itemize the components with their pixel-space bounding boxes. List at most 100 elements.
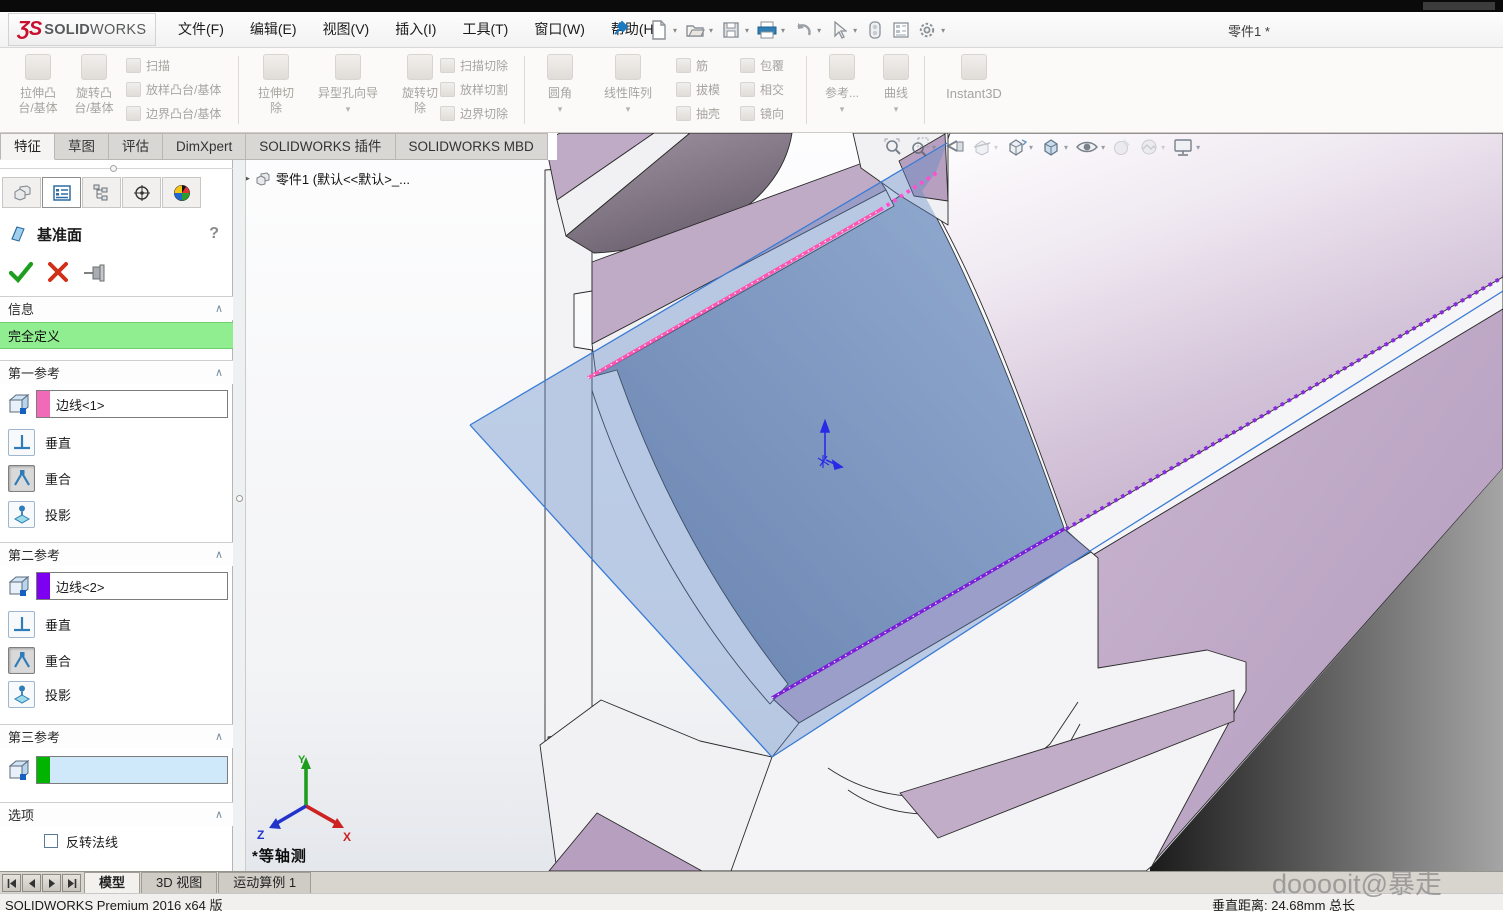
options-gear-icon[interactable] — [916, 19, 938, 41]
coincident-button[interactable] — [8, 647, 35, 674]
third-reference-selection-box[interactable] — [36, 756, 228, 784]
apply-scene-icon[interactable]: ▾ — [1139, 137, 1165, 157]
previous-view-icon[interactable] — [943, 137, 965, 157]
dimxpert-manager-tab[interactable] — [122, 177, 161, 208]
feature-tree-root[interactable]: ▶ 零件1 (默认<<默认>_... — [243, 169, 410, 188]
revolved-boss-icon — [81, 54, 107, 80]
help-icon[interactable]: ? — [209, 225, 219, 243]
menu-view[interactable]: 视图(V) — [323, 19, 370, 39]
project-button[interactable] — [8, 681, 35, 708]
ribbon-lofted-boss-button[interactable]: 放样凸台/基体 — [126, 78, 221, 100]
ribbon-lofted-cut-button[interactable]: 放样切割 — [440, 78, 508, 100]
view-orientation-icon[interactable]: ▾ — [1005, 137, 1033, 157]
undo-icon[interactable] — [792, 19, 814, 41]
hide-show-items-icon[interactable]: ▾ — [1075, 137, 1105, 157]
feature-manager-tab[interactable] — [2, 177, 41, 208]
panel-top-handle[interactable] — [110, 165, 117, 172]
menu-file[interactable]: 文件(F) — [178, 19, 224, 39]
menu-insert[interactable]: 插入(I) — [395, 19, 436, 39]
new-document-icon[interactable] — [648, 19, 670, 41]
ribbon-extruded-boss-button[interactable]: 拉伸凸 台/基体 — [10, 54, 66, 116]
splitter-handle[interactable] — [236, 495, 243, 502]
ribbon-rib-button[interactable]: 筋 — [676, 54, 708, 76]
menu-edit[interactable]: 编辑(E) — [250, 19, 297, 39]
model-tab[interactable]: 模型 — [84, 872, 140, 893]
coincident-button[interactable] — [8, 465, 35, 492]
chevron-up-icon[interactable]: ∧ — [215, 548, 223, 561]
ribbon-boundary-cut-button[interactable]: 边界切除 — [440, 102, 508, 124]
perpendicular-button[interactable] — [8, 429, 35, 456]
tab-evaluate[interactable]: 评估 — [109, 133, 163, 160]
previous-tab-button[interactable] — [22, 874, 41, 892]
ribbon-boundary-boss-button[interactable]: 边界凸台/基体 — [126, 102, 221, 124]
tab-solidworks-addins[interactable]: SOLIDWORKS 插件 — [246, 133, 395, 160]
tab-features[interactable]: 特征 — [0, 133, 55, 160]
display-style-icon[interactable]: ▾ — [1040, 137, 1068, 157]
zoom-area-icon[interactable]: ▾ — [910, 137, 936, 157]
view-settings-icon[interactable]: ▾ — [1172, 137, 1200, 157]
label: 曲线 — [884, 86, 908, 100]
section-header-second-reference[interactable]: 第二参考 ∧ — [0, 542, 233, 566]
second-reference-selection-box[interactable]: 边线<2> — [36, 572, 228, 600]
tab-dimxpert[interactable]: DimXpert — [163, 133, 246, 160]
first-reference-row: 边线<1> — [0, 388, 233, 420]
open-icon[interactable] — [684, 19, 706, 41]
keep-visible-pin-button[interactable] — [82, 260, 108, 284]
property-manager-tab[interactable] — [42, 177, 81, 208]
motion-study-tab[interactable]: 运动算例 1 — [218, 872, 311, 893]
section-header-third-reference[interactable]: 第三参考 ∧ — [0, 724, 233, 748]
menu-tools[interactable]: 工具(T) — [462, 19, 508, 39]
select-cursor-icon[interactable] — [828, 19, 850, 41]
ribbon-reference-geometry-button[interactable]: 参考...▾ — [814, 54, 870, 117]
rebuild-icon[interactable] — [864, 19, 886, 41]
ribbon-intersect-button[interactable]: 相交 — [740, 78, 784, 100]
print-icon[interactable] — [756, 19, 778, 41]
last-tab-button[interactable] — [62, 874, 81, 892]
pin-menu-icon[interactable] — [612, 19, 630, 42]
ribbon-wrap-button[interactable]: 包覆 — [740, 54, 784, 76]
ribbon-instant3d-button[interactable]: Instant3D — [932, 54, 1016, 102]
ribbon-swept-boss-button[interactable]: 扫描 — [126, 54, 170, 76]
ribbon-fillet-button[interactable]: 圆角▾ — [532, 54, 588, 117]
chevron-up-icon[interactable]: ∧ — [215, 808, 223, 821]
next-tab-button[interactable] — [42, 874, 61, 892]
section-header-options[interactable]: 选项 ∧ — [0, 802, 233, 826]
label: 包覆 — [760, 57, 784, 74]
section-view-icon[interactable]: ▾ — [972, 137, 998, 157]
panel-splitter[interactable] — [233, 160, 246, 871]
ribbon-curves-button[interactable]: 曲线▾ — [868, 54, 924, 117]
chevron-up-icon[interactable]: ∧ — [215, 302, 223, 315]
chevron-up-icon[interactable]: ∧ — [215, 730, 223, 743]
file-properties-icon[interactable] — [890, 19, 912, 41]
cancel-button[interactable] — [46, 260, 70, 284]
ribbon-mirror-button[interactable]: 镜向 — [740, 102, 784, 124]
ok-button[interactable] — [8, 260, 34, 284]
ribbon-extruded-cut-button[interactable]: 拉伸切 除 — [248, 54, 304, 116]
section-header-first-reference[interactable]: 第一参考 ∧ — [0, 360, 233, 384]
tab-solidworks-mbd[interactable]: SOLIDWORKS MBD — [396, 133, 548, 160]
graphics-viewport[interactable]: ▶ 零件1 (默认<<默认>_... ▾ ▾ ▾ ▾ ▾ ▾ ▾ Y X Z *… — [233, 133, 1503, 871]
label: 相交 — [760, 81, 784, 98]
tab-sketch[interactable]: 草图 — [55, 133, 109, 160]
display-manager-tab[interactable] — [162, 177, 201, 208]
ribbon-swept-cut-button[interactable]: 扫描切除 — [440, 54, 508, 76]
chevron-up-icon[interactable]: ∧ — [215, 366, 223, 379]
edit-appearance-icon[interactable] — [1112, 137, 1132, 157]
flip-normal-checkbox[interactable] — [44, 834, 58, 848]
perpendicular-button[interactable] — [8, 611, 35, 638]
menu-window[interactable]: 窗口(W) — [534, 19, 585, 39]
zoom-fit-icon[interactable] — [883, 137, 903, 157]
ribbon-draft-button[interactable]: 拔模 — [676, 78, 720, 100]
section-header-info[interactable]: 信息 ∧ — [0, 296, 233, 320]
3d-views-tab[interactable]: 3D 视图 — [141, 872, 217, 893]
ribbon-linear-pattern-button[interactable]: 线性阵列▾ — [586, 54, 670, 117]
ribbon-shell-button[interactable]: 抽壳 — [676, 102, 720, 124]
ribbon-revolved-boss-button[interactable]: 旋转凸 台/基体 — [66, 54, 122, 116]
save-icon[interactable] — [720, 19, 742, 41]
window-control-buttons[interactable] — [1423, 2, 1495, 10]
first-reference-selection-box[interactable]: 边线<1> — [36, 390, 228, 418]
project-button[interactable] — [8, 501, 35, 528]
ribbon-hole-wizard-button[interactable]: 异型孔向导 ▾ — [306, 54, 390, 117]
configuration-manager-tab[interactable] — [82, 177, 121, 208]
first-tab-button[interactable] — [2, 874, 21, 892]
